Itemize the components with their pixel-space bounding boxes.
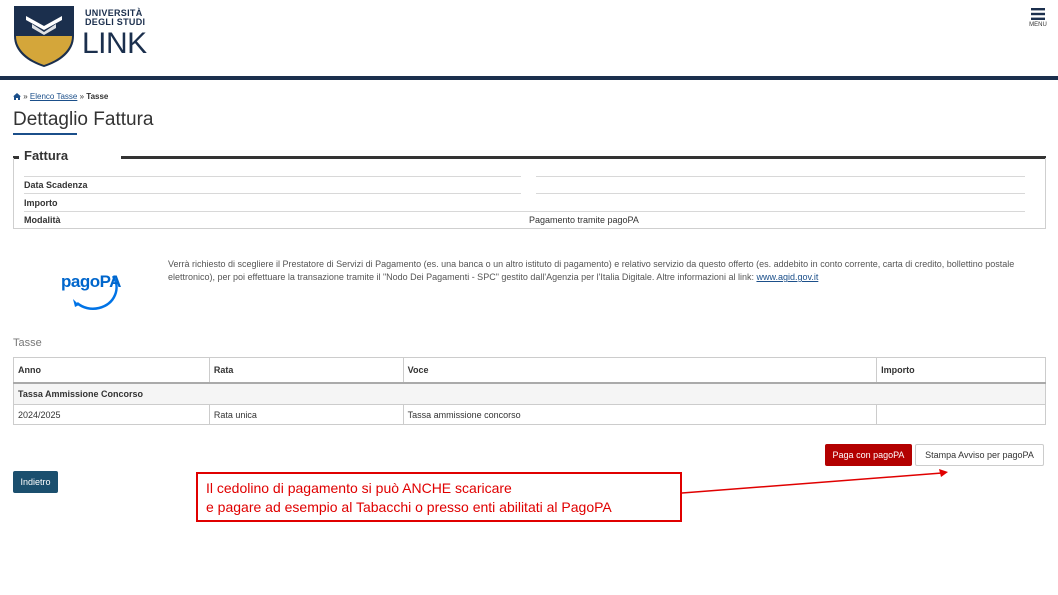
- fattura-label-modalita: Modalità: [24, 215, 61, 225]
- annotation-arrow-icon: [681, 469, 948, 494]
- fattura-value-modalita: Pagamento tramite pagoPA: [529, 215, 639, 225]
- cell-anno: 2024/2025: [13, 404, 210, 425]
- table-group-row: Tassa Ammissione Concorso: [13, 382, 1046, 405]
- stampa-avviso-button[interactable]: Stampa Avviso per pagoPA: [915, 444, 1044, 466]
- fattura-label-data-scadenza: Data Scadenza: [24, 180, 88, 190]
- fattura-divider: [24, 193, 521, 194]
- fattura-divider: [536, 176, 1025, 177]
- pagopa-logo-text: pagoPA: [61, 272, 121, 291]
- tasse-table: Anno Rata Voce Importo Tassa Ammissione …: [13, 357, 1046, 425]
- title-underline: [13, 133, 77, 135]
- fattura-divider: [24, 211, 1025, 212]
- column-header-voce: Voce: [402, 357, 878, 384]
- shield-logo-icon: [14, 6, 74, 67]
- indietro-button[interactable]: Indietro: [13, 471, 58, 493]
- cell-rata: Rata unica: [208, 404, 404, 425]
- agid-link[interactable]: www.agid.gov.it: [756, 272, 818, 282]
- fattura-divider: [24, 176, 521, 177]
- menu-button[interactable]: MENU: [1026, 8, 1050, 36]
- logo-line-3: LINK: [82, 27, 147, 60]
- column-header-anno: Anno: [13, 357, 210, 384]
- column-header-importo: Importo: [876, 357, 1046, 384]
- page-title: Dettaglio Fattura: [13, 109, 154, 130]
- site-header: UNIVERSITÀ DEGLI STUDI LINK MENU: [0, 0, 1058, 80]
- pagopa-description-text: Verrà richiesto di scegliere il Prestato…: [168, 259, 1015, 282]
- breadcrumb-link-elenco-tasse[interactable]: Elenco Tasse: [30, 92, 77, 101]
- hamburger-icon: [1031, 8, 1045, 20]
- pagopa-description: Verrà richiesto di scegliere il Prestato…: [168, 258, 1048, 284]
- breadcrumb-current: Tasse: [86, 92, 109, 101]
- fattura-label-importo: Importo: [24, 198, 58, 208]
- header-divider: [0, 76, 1058, 80]
- university-logo[interactable]: UNIVERSITÀ DEGLI STUDI LINK: [12, 2, 162, 70]
- group-label: Tassa Ammissione Concorso: [13, 382, 1046, 405]
- fattura-divider: [536, 193, 1025, 194]
- breadcrumb-separator: »: [79, 92, 85, 101]
- pagopa-logo: pagoPA: [55, 262, 125, 312]
- annotation-line-1: Il cedolino di pagamento si può ANCHE sc…: [206, 480, 512, 496]
- breadcrumb-separator: »: [23, 92, 28, 101]
- tasse-section-label: Tasse: [13, 337, 42, 349]
- annotation-callout: Il cedolino di pagamento si può ANCHE sc…: [196, 472, 682, 522]
- home-icon[interactable]: [13, 93, 21, 100]
- logo-line-2: DEGLI STUDI: [85, 17, 146, 27]
- menu-label: MENU: [1029, 22, 1047, 28]
- breadcrumb: » Elenco Tasse » Tasse: [13, 92, 108, 101]
- table-row: 2024/2025 Rata unica Tassa ammissione co…: [13, 404, 1046, 425]
- cell-importo: [876, 404, 1046, 425]
- column-header-rata: Rata: [208, 357, 404, 384]
- annotation-line-2: e pagare ad esempio al Tabacchi o presso…: [206, 499, 612, 515]
- paga-con-pagopa-button[interactable]: Paga con pagoPA: [825, 444, 912, 466]
- cell-voce: Tassa ammissione concorso: [402, 404, 878, 425]
